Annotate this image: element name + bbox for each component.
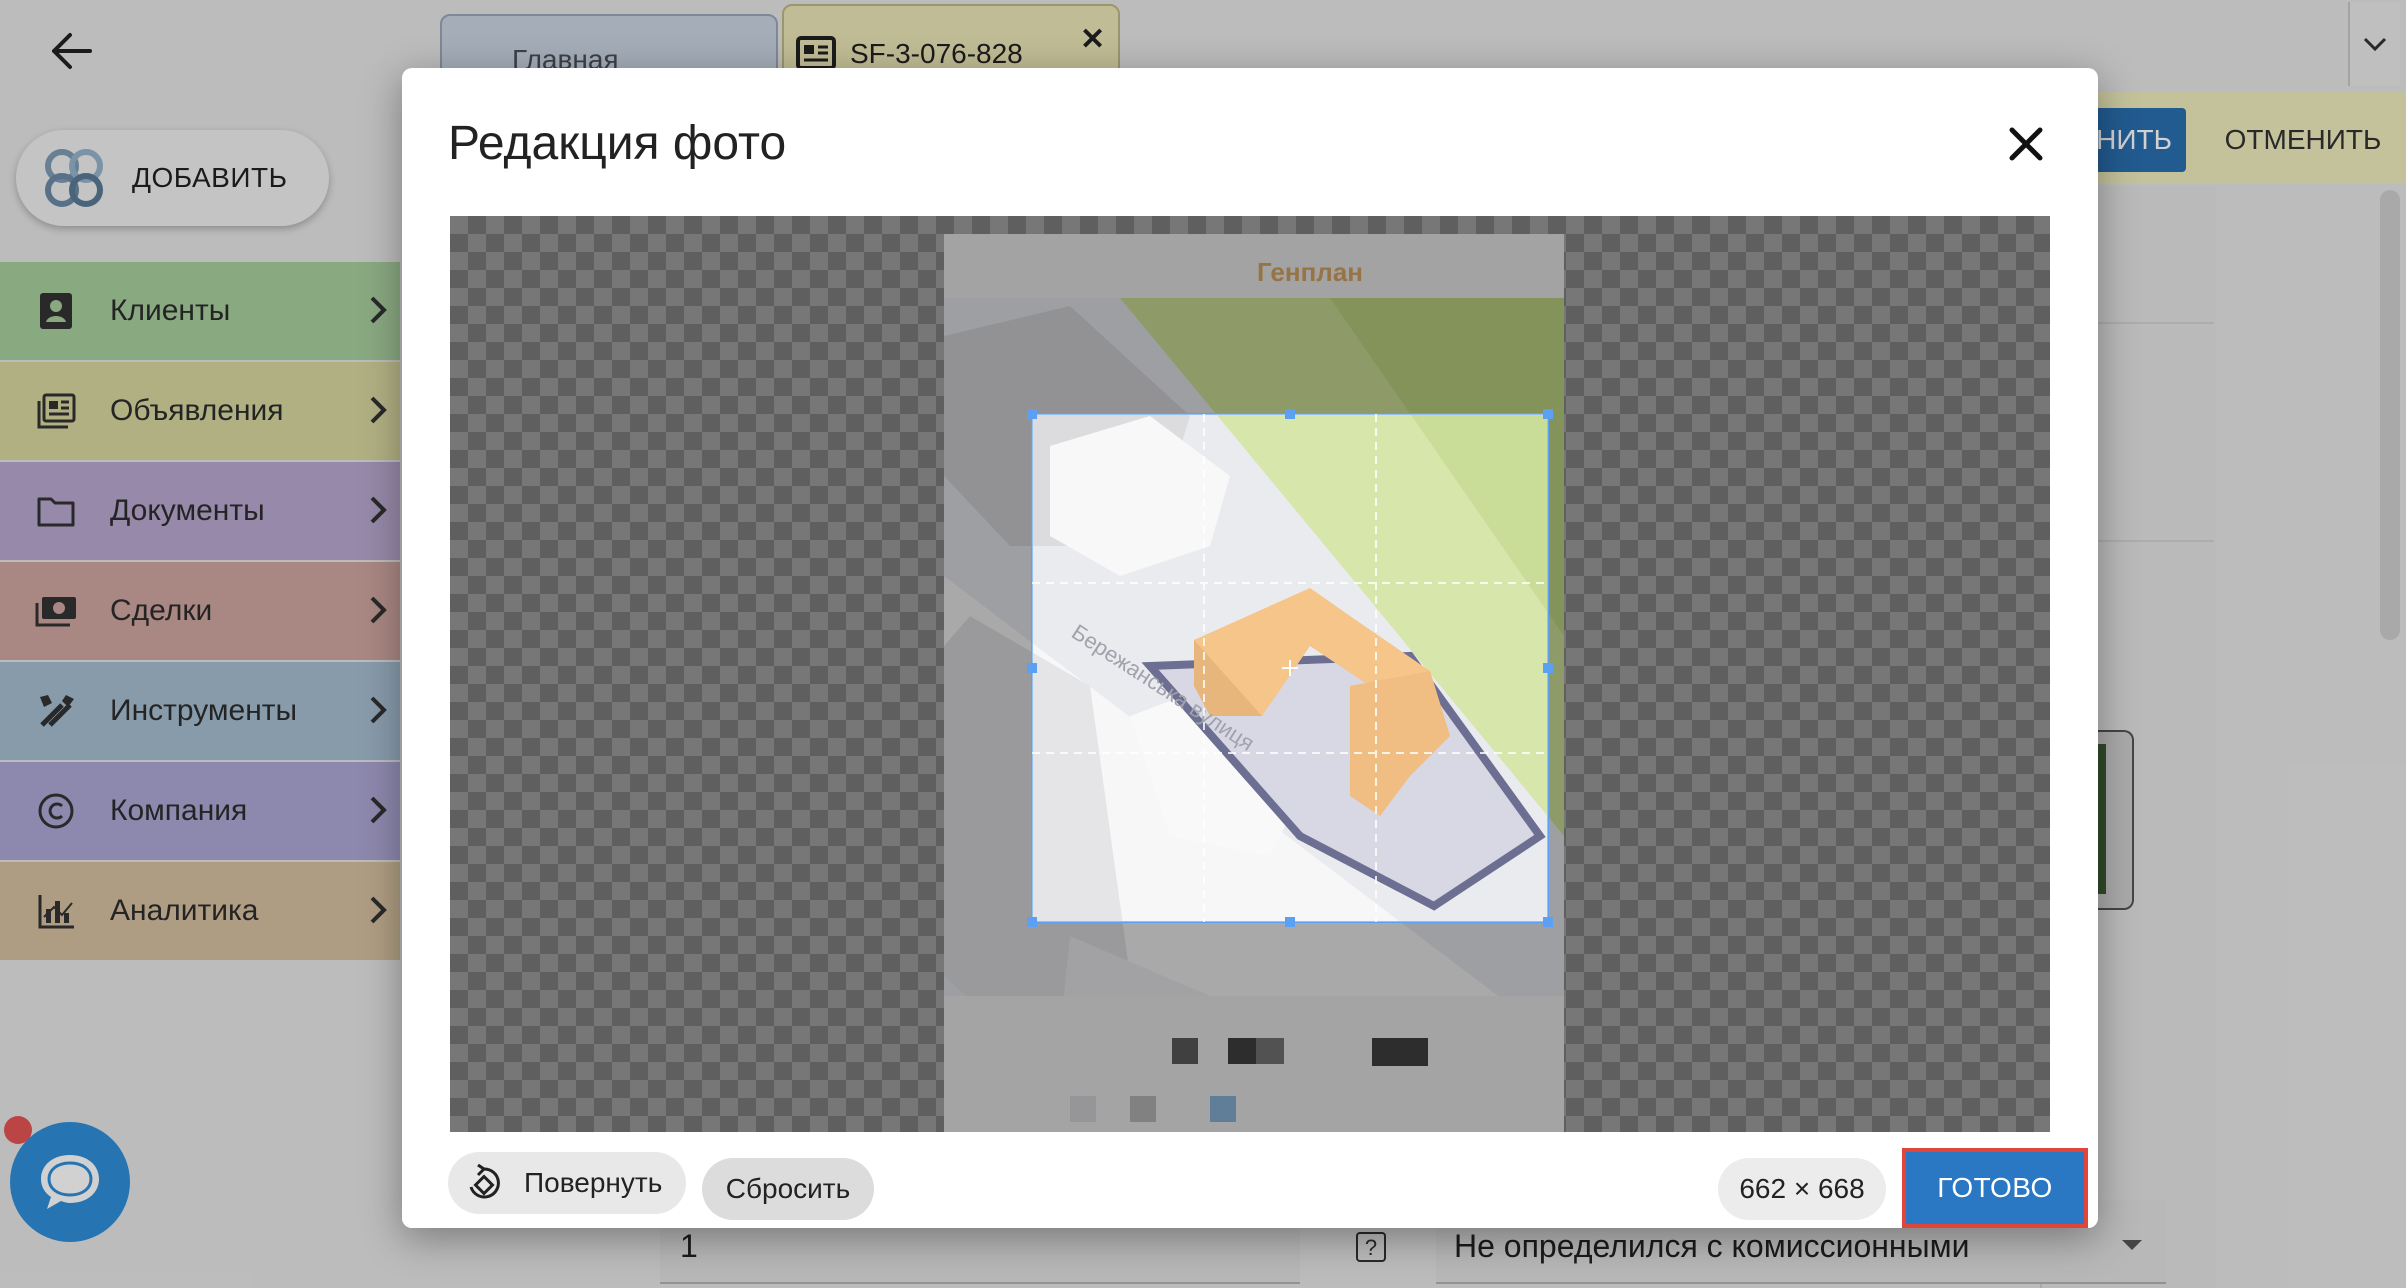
dialog-footer: Повернуть Сбросить 662 × 668 ГОТОВО — [402, 1132, 2098, 1228]
photo-preview: Генплан Бережанська вулиця — [944, 234, 1564, 1132]
image-editor-canvas[interactable]: Генплан Бережанська вулиця — [450, 216, 2050, 1132]
photo-edit-dialog: Редакция фото Повернуть Сбросить 662 × 6… — [402, 68, 2098, 1228]
reset-button[interactable]: Сбросить — [702, 1158, 874, 1220]
rotate-button[interactable]: Повернуть — [448, 1152, 686, 1214]
close-icon[interactable] — [2002, 120, 2050, 168]
rotate-label: Повернуть — [524, 1167, 663, 1198]
crop-box[interactable] — [1027, 409, 1553, 927]
dimensions-badge: 662 × 668 — [1718, 1158, 1886, 1220]
rotate-icon — [469, 1163, 500, 1199]
done-button[interactable]: ГОТОВО — [1902, 1148, 2088, 1228]
dialog-title: Редакция фото — [448, 117, 787, 170]
